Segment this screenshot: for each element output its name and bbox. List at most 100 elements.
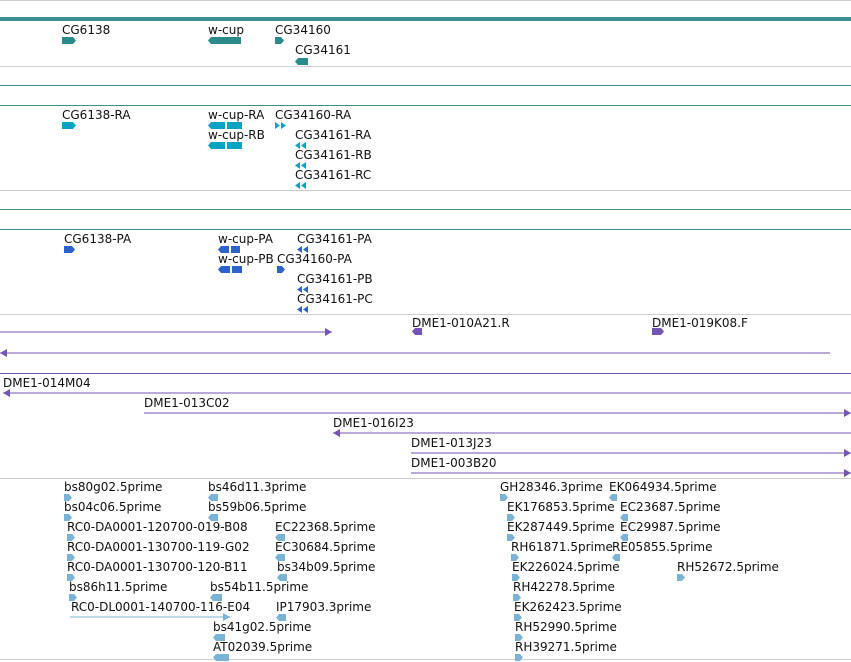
- feature-label[interactable]: bs41g02.5prime: [213, 620, 311, 634]
- feature-glyph-part: [325, 328, 332, 336]
- feature-label[interactable]: RH39271.5prime: [515, 640, 617, 654]
- feature-label[interactable]: EK226024.5prime: [512, 560, 620, 574]
- feature-glyph-part: [64, 246, 75, 253]
- feature-glyph[interactable]: [64, 246, 75, 253]
- feature-glyph[interactable]: [62, 37, 76, 44]
- feature-label[interactable]: RH52672.5prime: [677, 560, 779, 574]
- feature-label[interactable]: bs54b11.5prime: [210, 580, 308, 594]
- feature-glyph[interactable]: [677, 574, 685, 581]
- feature-label[interactable]: DME1-019K08.F: [652, 316, 748, 330]
- feature-label[interactable]: DME1-014M04: [3, 376, 91, 390]
- feature-glyph-part: [333, 429, 340, 437]
- feature-glyph[interactable]: [277, 266, 285, 273]
- feature-label[interactable]: GH28346.3prime: [500, 480, 603, 494]
- feature-label[interactable]: EK176853.5prime: [507, 500, 615, 514]
- feature-glyph-part: [297, 306, 302, 313]
- feature-label[interactable]: CG34161-RA: [295, 128, 371, 142]
- feature-glyph-part: [515, 654, 523, 661]
- feature-glyph[interactable]: [3, 389, 851, 397]
- feature-label[interactable]: DME1-013J23: [411, 436, 492, 450]
- feature-label[interactable]: bs04c06.5prime: [64, 500, 161, 514]
- feature-glyph-part: [844, 469, 851, 477]
- feature-glyph-part: [303, 306, 308, 313]
- feature-glyph[interactable]: [213, 654, 229, 661]
- feature-label[interactable]: RC0-DA0001-120700-019-B08: [67, 520, 248, 534]
- track-divider: [0, 190, 851, 191]
- feature-label[interactable]: RE05855.5prime: [612, 540, 713, 554]
- track-divider: [0, 373, 851, 374]
- feature-label[interactable]: bs86h11.5prime: [69, 580, 167, 594]
- feature-label[interactable]: EC22368.5prime: [275, 520, 376, 534]
- feature-label[interactable]: EC23687.5prime: [620, 500, 721, 514]
- feature-label[interactable]: RC0-DA0001-130700-119-G02: [67, 540, 250, 554]
- feature-label[interactable]: CG34161-RB: [295, 148, 372, 162]
- feature-glyph[interactable]: [515, 654, 523, 661]
- feature-glyph[interactable]: [0, 349, 830, 357]
- feature-label[interactable]: CG34160: [275, 23, 331, 37]
- feature-label[interactable]: w-cup: [208, 23, 244, 37]
- feature-label[interactable]: EK287449.5prime: [507, 520, 615, 534]
- feature-glyph[interactable]: [0, 328, 332, 336]
- feature-glyph[interactable]: [411, 469, 851, 477]
- feature-label[interactable]: DME1-013C02: [144, 396, 230, 410]
- feature-label[interactable]: CG6138: [62, 23, 110, 37]
- feature-label[interactable]: w-cup-PB: [218, 252, 274, 266]
- feature-label[interactable]: bs59b06.5prime: [208, 500, 306, 514]
- feature-label[interactable]: CG34161: [295, 43, 351, 57]
- ruler-bar: [0, 17, 851, 21]
- feature-glyph-shape: [295, 58, 308, 65]
- feature-glyph-part: [213, 654, 229, 661]
- feature-label[interactable]: bs34b09.5prime: [277, 560, 375, 574]
- feature-glyph[interactable]: [218, 266, 242, 273]
- feature-label[interactable]: RH42278.5prime: [513, 580, 615, 594]
- feature-label[interactable]: AT02039.5prime: [213, 640, 312, 654]
- feature-label[interactable]: RC0-DA0001-130700-120-B11: [67, 560, 248, 574]
- feature-glyph[interactable]: [208, 37, 241, 44]
- feature-glyph[interactable]: [297, 306, 310, 313]
- feature-label[interactable]: CG34160-PA: [277, 252, 352, 266]
- feature-glyph-shape: [70, 613, 230, 621]
- feature-label[interactable]: DME1-003B20: [411, 456, 497, 470]
- feature-label[interactable]: CG34161-PA: [297, 232, 372, 246]
- feature-glyph[interactable]: [295, 58, 308, 65]
- feature-label[interactable]: EC29987.5prime: [620, 520, 721, 534]
- feature-label[interactable]: IP17903.3prime: [276, 600, 371, 614]
- feature-glyph-shape: [218, 266, 242, 273]
- feature-glyph-part: [275, 37, 284, 44]
- track-divider: [0, 314, 851, 315]
- feature-glyph[interactable]: [275, 122, 287, 129]
- feature-glyph[interactable]: [208, 142, 242, 149]
- feature-label[interactable]: EK064934.5prime: [609, 480, 717, 494]
- feature-label[interactable]: w-cup-PA: [218, 232, 273, 246]
- feature-label[interactable]: CG6138-PA: [64, 232, 131, 246]
- feature-glyph[interactable]: [62, 122, 76, 129]
- feature-glyph-shape: [213, 654, 229, 661]
- feature-label[interactable]: CG34160-RA: [275, 108, 351, 122]
- feature-label[interactable]: DME1-016I23: [333, 416, 414, 430]
- feature-label[interactable]: EK262423.5prime: [514, 600, 622, 614]
- feature-label[interactable]: CG34161-RC: [295, 168, 371, 182]
- feature-label[interactable]: EC30684.5prime: [275, 540, 376, 554]
- feature-glyph-shape: [144, 409, 851, 417]
- feature-label[interactable]: RH61871.5prime: [511, 540, 613, 554]
- feature-glyph[interactable]: [295, 182, 309, 189]
- feature-glyph-part: [281, 122, 286, 129]
- feature-glyph[interactable]: [70, 613, 230, 621]
- feature-label[interactable]: CG6138-RA: [62, 108, 131, 122]
- feature-label[interactable]: w-cup-RB: [208, 128, 265, 142]
- feature-glyph-shape: [62, 122, 76, 129]
- feature-label[interactable]: CG34161-PB: [297, 272, 373, 286]
- feature-glyph[interactable]: [144, 409, 851, 417]
- feature-glyph[interactable]: [275, 37, 284, 44]
- track-divider: [0, 478, 851, 479]
- feature-glyph-part: [295, 58, 308, 65]
- feature-label[interactable]: w-cup-RA: [208, 108, 264, 122]
- track-divider: [0, 85, 851, 86]
- track-divider: [0, 66, 851, 67]
- feature-label[interactable]: bs80g02.5prime: [64, 480, 162, 494]
- feature-label[interactable]: DME1-010A21.R: [412, 316, 510, 330]
- feature-label[interactable]: RH52990.5prime: [515, 620, 617, 634]
- feature-label[interactable]: CG34161-PC: [297, 292, 373, 306]
- feature-label[interactable]: RC0-DL0001-140700-116-E04: [71, 600, 250, 614]
- feature-label[interactable]: bs46d11.3prime: [208, 480, 306, 494]
